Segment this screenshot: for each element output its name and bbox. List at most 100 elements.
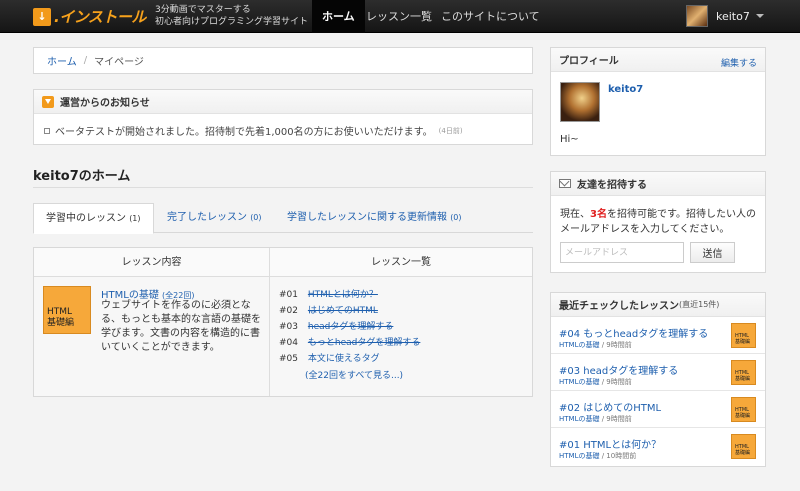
lesson-item[interactable]: #03 headタグを理解する	[279, 321, 393, 333]
recent-item-title[interactable]: #04 もっとheadタグを理解する	[559, 325, 708, 340]
recent-item-time: / 9時間前	[601, 378, 632, 386]
site-logo[interactable]: ↓ .インストール	[33, 6, 146, 27]
profile-bio: Hi~	[560, 134, 579, 145]
column-divider	[269, 248, 270, 396]
tab-completed[interactable]: 完了したレッスン (0)	[155, 203, 274, 233]
recent-item-thumbnail[interactable]: HTML 基礎編	[731, 323, 756, 348]
recent-item-course[interactable]: HTMLの基礎	[559, 452, 599, 460]
nav-about[interactable]: このサイトについて	[441, 0, 540, 33]
recent-item-thumbnail[interactable]: HTML 基礎編	[731, 397, 756, 422]
invite-count: 3名	[590, 209, 607, 220]
download-icon: ↓	[33, 7, 51, 26]
notice-header: 運営からのお知らせ	[34, 90, 532, 114]
breadcrumb-home[interactable]: ホーム	[47, 53, 77, 68]
lesson-item[interactable]: #04 もっとheadタグを理解する	[279, 337, 420, 349]
recent-item-thumbnail[interactable]: HTML 基礎編	[731, 434, 756, 459]
recent-item-time: / 9時間前	[601, 341, 632, 349]
logo-text: .インストール	[54, 8, 146, 26]
tab-learning-count: (1)	[129, 214, 141, 223]
notice-item: ベータテストが開始されました。招待制で先着1,000名の方にお使いいただけます。…	[34, 114, 532, 138]
recent-item-meta: HTMLの基礎 / 10時間前	[559, 451, 636, 461]
page-title: keito7のホーム	[33, 169, 131, 184]
recent-header: 最近チェックしたレッスン (直近15件)	[551, 293, 765, 317]
mail-icon	[559, 179, 571, 188]
table-header: レッスン内容 レッスン一覧	[34, 248, 532, 277]
email-field[interactable]	[560, 242, 684, 263]
breadcrumb-current: マイページ	[94, 57, 144, 68]
recent-item-thumbnail[interactable]: HTML 基礎編	[731, 360, 756, 385]
lesson-item[interactable]: #01 HTMLとは何か？	[279, 289, 378, 301]
recent-item-course[interactable]: HTMLの基礎	[559, 415, 599, 423]
lesson-tabs: 学習中のレッスン (1) 完了したレッスン (0) 学習したレッスンに関する更新…	[33, 203, 533, 234]
bullet-icon	[44, 127, 50, 134]
recent-title: 最近チェックしたレッスン	[559, 301, 679, 312]
top-navbar: ↓ .インストール 3分動画でマスターする 初心者向けプログラミング学習サイト …	[0, 0, 800, 33]
invite-text-before: 現在、	[560, 209, 590, 220]
edit-profile-link[interactable]: 編集する	[721, 56, 757, 69]
recent-item-title[interactable]: #02 はじめてのHTML	[559, 399, 661, 414]
tab-updates[interactable]: 学習したレッスンに関する更新情報 (0)	[275, 203, 474, 233]
invite-description: 現在、3名を招待可能です。招待したい人のメールアドレスを入力してください。	[560, 207, 760, 237]
nav-home[interactable]: ホーム	[312, 0, 365, 33]
lesson-number: #04	[279, 338, 298, 348]
recent-item-course[interactable]: HTMLの基礎	[559, 378, 599, 386]
lesson-number: #01	[279, 290, 298, 300]
tab-learning[interactable]: 学習中のレッスン (1)	[33, 203, 154, 234]
thumb-line2: 基礎編	[47, 318, 75, 328]
column-header-content: レッスン内容	[121, 257, 182, 268]
recent-item-title[interactable]: #03 headタグを理解する	[559, 362, 678, 377]
thumb-line2: 基礎編	[735, 450, 751, 456]
recent-item[interactable]: #04 もっとheadタグを理解する HTMLの基礎 / 9時間前 HTML 基礎…	[551, 318, 765, 354]
site-tagline: 3分動画でマスターする 初心者向けプログラミング学習サイト	[155, 4, 308, 28]
nav-lesson-list[interactable]: レッスン一覧	[366, 0, 432, 33]
column-header-lessons: レッスン一覧	[371, 257, 431, 268]
recent-lessons-panel: 最近チェックしたレッスン (直近15件) #04 もっとheadタグを理解する …	[550, 292, 766, 467]
send-button[interactable]: 送信	[690, 242, 735, 263]
tab-completed-count: (0)	[250, 213, 262, 222]
recent-item[interactable]: #02 はじめてのHTML HTMLの基礎 / 9時間前 HTML 基礎編	[551, 392, 765, 428]
invite-panel: 友達を招待する 現在、3名を招待可能です。招待したい人のメールアドレスを入力して…	[550, 171, 766, 273]
lesson-table: レッスン内容 レッスン一覧 HTML 基礎編 HTMLの基礎 (全22回) ウェ…	[33, 247, 533, 397]
profile-panel: プロフィール 編集する keito7 Hi~	[550, 47, 766, 156]
thumb-line2: 基礎編	[735, 413, 751, 419]
lesson-link[interactable]: もっとheadタグを理解する	[308, 338, 420, 348]
recent-item-title[interactable]: #01 HTMLとは何か？	[559, 436, 661, 451]
recent-item-meta: HTMLの基礎 / 9時間前	[559, 340, 632, 350]
lesson-item[interactable]: #05 本文に使えるタグ	[279, 353, 380, 365]
lesson-link[interactable]: headタグを理解する	[308, 322, 393, 332]
see-all-link[interactable]: (全22回をすべて見る...)	[305, 371, 403, 381]
thumb-line2: 基礎編	[735, 376, 751, 382]
lesson-number: #03	[279, 322, 298, 332]
avatar	[686, 5, 708, 27]
tab-completed-label: 完了したレッスン	[167, 212, 247, 223]
notice-time: (4日前)	[438, 126, 463, 135]
course-thumbnail[interactable]: HTML 基礎編	[43, 286, 91, 334]
thumb-line2: 基礎編	[735, 339, 751, 345]
tab-updates-label: 学習したレッスンに関する更新情報	[287, 212, 447, 223]
notice-panel: 運営からのお知らせ ベータテストが開始されました。招待制で先着1,000名の方に…	[33, 89, 533, 145]
user-menu[interactable]: keito7	[686, 5, 764, 27]
lesson-link[interactable]: はじめてのHTML	[308, 306, 378, 316]
recent-item[interactable]: #03 headタグを理解する HTMLの基礎 / 9時間前 HTML 基礎編	[551, 355, 765, 391]
tagline-line1: 3分動画でマスターする	[155, 5, 251, 15]
recent-item-time: / 9時間前	[601, 415, 632, 423]
lesson-item[interactable]: #02 はじめてのHTML	[279, 305, 378, 317]
invite-header: 友達を招待する	[551, 172, 765, 196]
notice-title: 運営からのお知らせ	[60, 98, 150, 109]
recent-item[interactable]: #01 HTMLとは何か？ HTMLの基礎 / 10時間前 HTML 基礎編	[551, 429, 765, 465]
lesson-link[interactable]: 本文に使えるタグ	[308, 354, 380, 364]
recent-item-meta: HTMLの基礎 / 9時間前	[559, 377, 632, 387]
avatar[interactable]	[560, 82, 600, 122]
profile-title: プロフィール	[559, 56, 619, 67]
tab-learning-label: 学習中のレッスン	[46, 213, 126, 224]
lesson-link[interactable]: HTMLとは何か？	[308, 290, 378, 300]
recent-item-course[interactable]: HTMLの基礎	[559, 341, 599, 349]
course-description: ウェブサイトを作るのに必須となる、もっとも基本的な言語の基礎を学びます。文書の内…	[101, 300, 261, 353]
recent-item-meta: HTMLの基礎 / 9時間前	[559, 414, 632, 424]
recent-item-time: / 10時間前	[601, 452, 637, 460]
thumb-line1: HTML	[47, 307, 73, 317]
see-all-lessons[interactable]: (全22回をすべて見る...)	[305, 370, 403, 382]
lesson-number: #02	[279, 306, 298, 316]
profile-name[interactable]: keito7	[608, 84, 643, 95]
notice-message: ベータテストが開始されました。招待制で先着1,000名の方にお使いいただけます。	[55, 127, 433, 138]
